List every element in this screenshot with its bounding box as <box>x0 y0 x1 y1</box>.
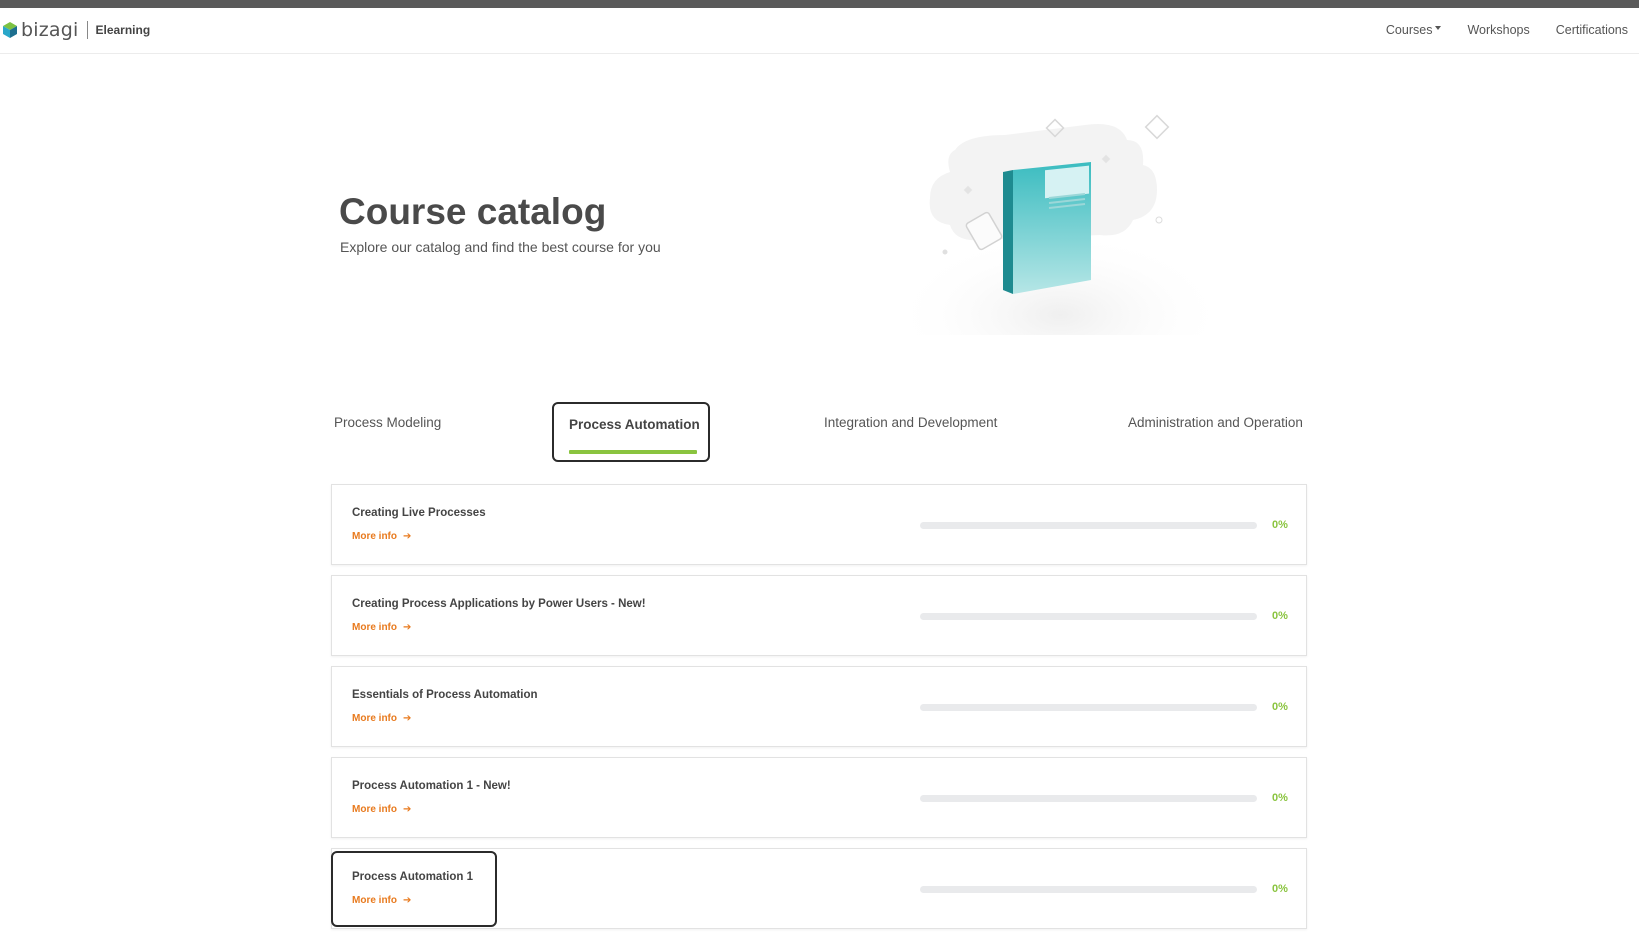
nav-workshops[interactable]: Workshops <box>1467 21 1529 39</box>
course-title: Essentials of Process Automation <box>352 689 538 701</box>
arrow-right-icon: ➔ <box>403 804 412 815</box>
page-subtitle: Explore our catalog and find the best co… <box>340 239 661 255</box>
page-title: Course catalog <box>339 191 607 232</box>
bizagi-cube-logo-icon <box>3 22 17 38</box>
brand-section: Elearning <box>95 23 151 37</box>
course-card[interactable]: Process Automation 1 More info ➔ 0% <box>331 848 1307 929</box>
more-info-label: More info <box>352 713 397 724</box>
arrow-right-icon: ➔ <box>403 622 412 633</box>
more-info-link[interactable]: More info ➔ <box>352 621 411 634</box>
more-info-link[interactable]: More info ➔ <box>352 530 411 543</box>
more-info-link[interactable]: More info ➔ <box>352 894 411 907</box>
course-title: Creating Process Applications by Power U… <box>352 598 646 610</box>
progress-bar <box>920 795 1257 802</box>
progress-bar <box>920 704 1257 711</box>
progress-percent: 0% <box>1272 701 1288 713</box>
tab-administration-and-operation[interactable]: Administration and Operation <box>1128 414 1303 432</box>
course-card[interactable]: Creating Process Applications by Power U… <box>331 575 1307 656</box>
brand-divider <box>86 21 88 39</box>
more-info-label: More info <box>352 895 397 906</box>
brand-name: bizagi <box>21 19 79 41</box>
caret-down-icon <box>1435 25 1442 30</box>
main-nav: Courses Workshops Certifications <box>1386 21 1628 39</box>
nav-courses[interactable]: Courses <box>1386 21 1442 39</box>
more-info-link[interactable]: More info ➔ <box>352 803 411 816</box>
progress-bar <box>920 613 1257 620</box>
course-card[interactable]: Essentials of Process Automation More in… <box>331 666 1307 747</box>
more-info-link[interactable]: More info ➔ <box>352 712 411 725</box>
more-info-label: More info <box>352 804 397 815</box>
course-card[interactable]: Creating Live Processes More info ➔ 0% <box>331 484 1307 565</box>
course-card[interactable]: Process Automation 1 - New! More info ➔ 0… <box>331 757 1307 838</box>
progress-bar <box>920 886 1257 893</box>
category-tabs: Process Modeling Process Automation Inte… <box>330 400 1310 462</box>
top-navbar: bizagi Elearning Courses Workshops Certi… <box>0 8 1639 54</box>
course-title: Process Automation 1 <box>352 871 473 883</box>
tab-integration-and-development[interactable]: Integration and Development <box>824 414 997 432</box>
book-illustration <box>895 114 1225 335</box>
progress-percent: 0% <box>1272 519 1288 531</box>
tab-process-automation-label: Process Automation <box>569 417 700 432</box>
arrow-right-icon: ➔ <box>403 895 412 906</box>
tab-process-automation[interactable]: Process Automation <box>552 402 710 462</box>
course-title: Process Automation 1 - New! <box>352 780 511 792</box>
progress-bar <box>920 522 1257 529</box>
brand[interactable]: bizagi Elearning <box>2 19 150 41</box>
progress-percent: 0% <box>1272 883 1288 895</box>
more-info-label: More info <box>352 622 397 633</box>
arrow-right-icon: ➔ <box>403 713 412 724</box>
arrow-right-icon: ➔ <box>403 531 412 542</box>
nav-courses-label: Courses <box>1385 23 1433 37</box>
progress-percent: 0% <box>1272 610 1288 622</box>
nav-certifications[interactable]: Certifications <box>1556 21 1628 39</box>
progress-percent: 0% <box>1272 792 1288 804</box>
more-info-label: More info <box>352 531 397 542</box>
browser-top-strip <box>0 0 1639 8</box>
active-tab-underline <box>569 450 697 454</box>
course-title: Creating Live Processes <box>352 507 486 519</box>
tab-process-modeling[interactable]: Process Modeling <box>334 414 441 432</box>
